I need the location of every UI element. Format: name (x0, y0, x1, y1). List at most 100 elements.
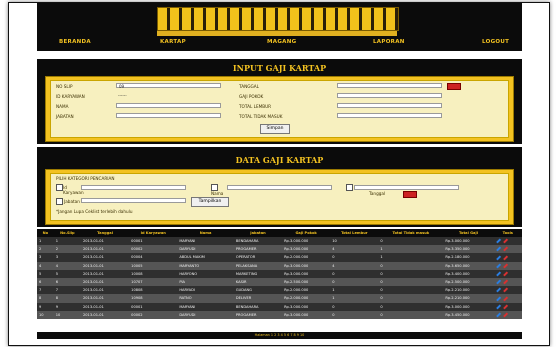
label-gaji-pokok: GAJI POKOK (239, 94, 264, 99)
edit-icon[interactable] (495, 304, 501, 309)
edit-icon[interactable] (495, 271, 501, 277)
karyawan-checkbox[interactable] (56, 184, 63, 191)
id-karyawan-select[interactable]: ------ (116, 93, 156, 98)
gaji-pokok-input[interactable] (337, 93, 442, 98)
input-form: NO SLIP 09 ID KARYAWAN ------ NAMA JABAT… (45, 76, 514, 142)
delete-icon[interactable] (502, 271, 508, 277)
nav-beranda[interactable]: BERANDA (59, 39, 91, 45)
table-cell: RATNO (177, 294, 234, 303)
delete-icon[interactable] (502, 246, 508, 252)
table-cell: Rp.2.210.000 (443, 286, 494, 295)
tanggal-checkbox[interactable] (346, 184, 353, 191)
nav-logout[interactable]: LOGOUT (482, 39, 509, 45)
header: BERANDA KARTAP MAGANG LAPORAN LOGOUT (37, 3, 522, 51)
nav-magang[interactable]: MAGANG (267, 39, 296, 45)
table-row: 9 9 2013-01-01 00001 MARYANI BENDAHARA Rp.3.00… (37, 302, 522, 311)
table-row: 4 4 2013-01-01 10005 MARYANTO PELAKSANA Rp.3.0… (37, 261, 522, 270)
col-id-karyawan: Id Karyawan (129, 229, 178, 237)
row-tools (493, 245, 522, 254)
calendar-icon[interactable] (403, 191, 417, 198)
no-slip-input[interactable]: 09 (116, 83, 221, 89)
edit-icon[interactable] (495, 255, 501, 260)
label-tanggal: TANGGAL (239, 84, 259, 89)
tampilkan-button[interactable]: Tampilkan (191, 197, 229, 207)
col-nama: Nama (177, 229, 234, 237)
table-cell: Rp.3.350.000 (443, 245, 494, 254)
edit-icon[interactable] (495, 246, 501, 252)
table-cell: 0 (378, 261, 444, 270)
filter-nama-label: Nama (211, 191, 224, 196)
data-panel: DATA GAJI KARTAP PILIH KATEGORI PENCARIA… (37, 147, 522, 227)
nama-input[interactable] (116, 103, 221, 108)
pager[interactable]: Halaman 1 2 3 4 5 6 7 8 9 10 (37, 332, 522, 339)
table-cell: 4 (53, 261, 81, 270)
jabatan-input[interactable] (116, 113, 221, 118)
edit-icon[interactable] (495, 279, 501, 285)
delete-icon[interactable] (502, 304, 508, 309)
table-cell: MARKETING (233, 269, 283, 278)
table-cell: Rp.2.180.000 (443, 253, 494, 262)
delete-icon[interactable] (502, 263, 508, 268)
col-jabatan: Jabatan (233, 229, 283, 237)
jabatan-checkbox[interactable] (56, 198, 63, 205)
row-tools (493, 261, 522, 270)
table-cell: 0 (330, 269, 379, 278)
edit-icon[interactable] (495, 238, 501, 244)
col-total-lembur: Total Lembur (330, 229, 379, 237)
total-tidak-masuk-input[interactable] (337, 113, 442, 118)
delete-icon[interactable] (502, 296, 508, 301)
table-cell: 10 (53, 310, 81, 319)
nav-laporan[interactable]: LAPORAN (373, 39, 405, 45)
filter-tanggal-label: Tanggal (369, 191, 386, 196)
table-cell: 00002 (129, 310, 178, 319)
table-cell: 7 (37, 286, 54, 295)
label-no-slip: NO SLIP (56, 84, 73, 89)
row-tools (493, 286, 522, 295)
nama-search-input[interactable] (227, 185, 332, 190)
table-cell: 00001 (129, 302, 178, 311)
search-form-inner: PILIH KATEGORI PENCARIAN Id Karyawan Nam… (50, 173, 509, 221)
delete-icon[interactable] (502, 312, 508, 318)
simpan-button[interactable]: Simpan (260, 124, 290, 134)
table-cell: PROGAMER (233, 245, 283, 254)
table-cell: MARYANTO (177, 261, 234, 270)
col-total-tidak-masuk: Total Tidak masuk (378, 229, 444, 237)
delete-icon[interactable] (502, 287, 508, 293)
table-cell: 8 (53, 294, 81, 303)
jabatan-search-input[interactable] (81, 198, 186, 203)
table-row: 7 7 2013-01-01 10808 HARYADI GUDANG Rp.2.000.0… (37, 286, 522, 295)
edit-icon[interactable] (495, 312, 501, 318)
table-cell: 2013-01-01 (80, 269, 130, 278)
delete-icon[interactable] (502, 279, 508, 285)
edit-icon[interactable] (495, 287, 501, 293)
table-cell: Rp.3.000.000 (282, 302, 331, 311)
label-jabatan: JABATAN (56, 114, 74, 119)
karyawan-search-input[interactable] (81, 185, 186, 190)
nav-kartap[interactable]: KARTAP (160, 39, 186, 45)
table-cell: BENDAHARA (233, 237, 283, 246)
col-no: No (37, 229, 54, 237)
row-tools (493, 253, 522, 262)
table-cell: 4 (330, 261, 379, 270)
edit-icon[interactable] (495, 263, 501, 268)
table-row: 1 1 2013-01-01 00001 MARYANI BENDAHARA Rp.3.00… (37, 237, 522, 246)
table-cell: 6 (37, 277, 54, 287)
delete-icon[interactable] (502, 255, 508, 260)
tanggal-search-input[interactable] (354, 185, 459, 190)
table-cell: 00002 (129, 245, 178, 254)
table-cell: 10 (37, 310, 54, 319)
total-lembur-input[interactable] (337, 103, 442, 108)
calendar-icon[interactable] (447, 83, 461, 90)
table-cell: 4 (37, 261, 54, 270)
table-cell: Rp.3.000.000 (282, 310, 331, 319)
table-cell: 9 (53, 302, 81, 311)
nama-checkbox[interactable] (211, 184, 218, 191)
edit-icon[interactable] (495, 296, 501, 301)
table-cell: 6 (53, 277, 81, 287)
label-total-tidak-masuk: TOTAL TIDAK MASUK (239, 114, 283, 119)
table-cell: 0 (330, 277, 379, 287)
table-cell: 2013-01-01 (80, 237, 130, 246)
tanggal-input[interactable] (337, 83, 442, 88)
delete-icon[interactable] (502, 238, 508, 244)
table-cell: DELIVER (233, 294, 283, 303)
